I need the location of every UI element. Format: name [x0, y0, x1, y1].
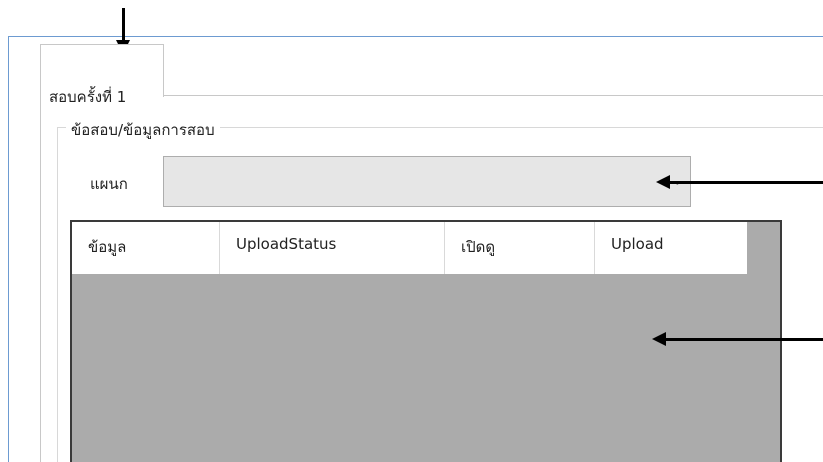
column-header-data[interactable]: ข้อมูล [72, 222, 220, 274]
tab-label: สอบครั้งที่ 1 [49, 88, 127, 106]
grid-header-row: ข้อมูล UploadStatus เปิดดู Upload [72, 222, 747, 274]
data-grid[interactable]: ข้อมูล UploadStatus เปิดดู Upload [70, 220, 782, 462]
screenshot-canvas: สอบครั้งที่ 1 ข้อสอบ/ข้อมูลการสอบ แผนก ⌄… [0, 0, 823, 462]
column-header-upload-status[interactable]: UploadStatus [220, 222, 445, 274]
column-header-upload[interactable]: Upload [595, 222, 747, 274]
groupbox-title: ข้อสอบ/ข้อมูลการสอบ [66, 118, 220, 142]
department-combobox[interactable]: ⌄ [163, 156, 691, 207]
tab-exam-round-1[interactable]: สอบครั้งที่ 1 [40, 44, 164, 106]
column-header-view[interactable]: เปิดดู [445, 222, 595, 274]
department-label: แผนก [90, 175, 128, 193]
